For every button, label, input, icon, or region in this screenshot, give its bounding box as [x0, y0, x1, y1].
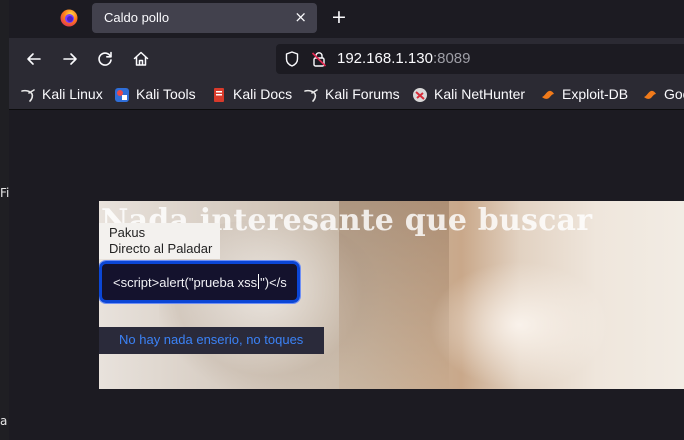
tab-strip: Caldo pollo × + — [0, 0, 684, 36]
new-tab-icon[interactable]: + — [330, 6, 348, 28]
tab-title: Caldo pollo — [104, 10, 170, 25]
exploit-db-icon — [542, 90, 554, 99]
plate-image — [429, 261, 609, 389]
reload-icon[interactable] — [94, 48, 116, 70]
search-input-value[interactable]: <script>alert("prueba xss ")</s — [113, 274, 291, 290]
search-input[interactable]: <script>alert("prueba xss ")</s — [99, 260, 301, 304]
info-link[interactable]: No hay nada enserio, no toques — [119, 332, 303, 347]
desktop-edge: Fi a — [0, 0, 9, 440]
url-host: 192.168.1.130 — [337, 50, 433, 67]
nethunter-icon — [413, 88, 427, 102]
forward-arrow-icon[interactable] — [59, 48, 81, 70]
brand-tagline: Directo al Paladar — [109, 241, 213, 256]
kali-tools-icon — [115, 88, 129, 102]
hero-banner: Nada interesante que buscar Pakus Direct… — [99, 201, 684, 389]
text-caret — [258, 274, 260, 289]
browser-tab[interactable]: Caldo pollo × — [92, 3, 317, 33]
bookmark-label: Kali Linux — [42, 86, 103, 102]
address-bar[interactable]: 192.168.1.130:8089 — [276, 44, 684, 74]
navigation-toolbar: 192.168.1.130:8089 — [9, 38, 684, 80]
kali-docs-icon — [214, 88, 224, 102]
desktop-edge-text: a — [0, 414, 8, 428]
brand-name: Pakus — [109, 225, 146, 240]
info-link-box: No hay nada enserio, no toques — [99, 327, 324, 354]
site-brand[interactable]: Pakus Directo al Paladar — [99, 223, 220, 259]
kali-dragon-icon — [304, 89, 318, 102]
back-arrow-icon[interactable] — [23, 48, 45, 70]
bookmark-label: Exploit-DB — [562, 86, 629, 102]
page-viewport: Nada interesante que buscar Pakus Direct… — [9, 111, 684, 440]
bookmark-label: Kali NetHunter — [434, 86, 526, 102]
url-port: :8089 — [432, 50, 471, 67]
bookmark-label: Kali Forums — [325, 86, 400, 102]
search-text-after-caret: ")</s — [260, 275, 287, 290]
search-text-before-caret: <script>alert("prueba xss — [113, 275, 258, 290]
bookmark-label: Kali Tools — [136, 86, 196, 102]
desktop-edge-text: Fi — [0, 186, 10, 200]
bookmark-label: Kali Docs — [233, 86, 293, 102]
url-text[interactable]: 192.168.1.130:8089 — [337, 50, 470, 67]
insecure-lock-icon[interactable] — [310, 50, 328, 68]
bookmark-label: Goo — [664, 86, 684, 102]
firefox-logo-icon[interactable] — [60, 9, 78, 27]
exploit-db-icon — [644, 90, 656, 99]
close-tab-icon[interactable]: × — [294, 8, 307, 26]
kali-dragon-icon — [21, 89, 35, 102]
home-icon[interactable] — [130, 48, 152, 70]
shield-icon[interactable] — [283, 50, 301, 68]
bookmarks-toolbar: Kali Linux Kali Tools Kali Docs Kali For… — [9, 80, 684, 110]
